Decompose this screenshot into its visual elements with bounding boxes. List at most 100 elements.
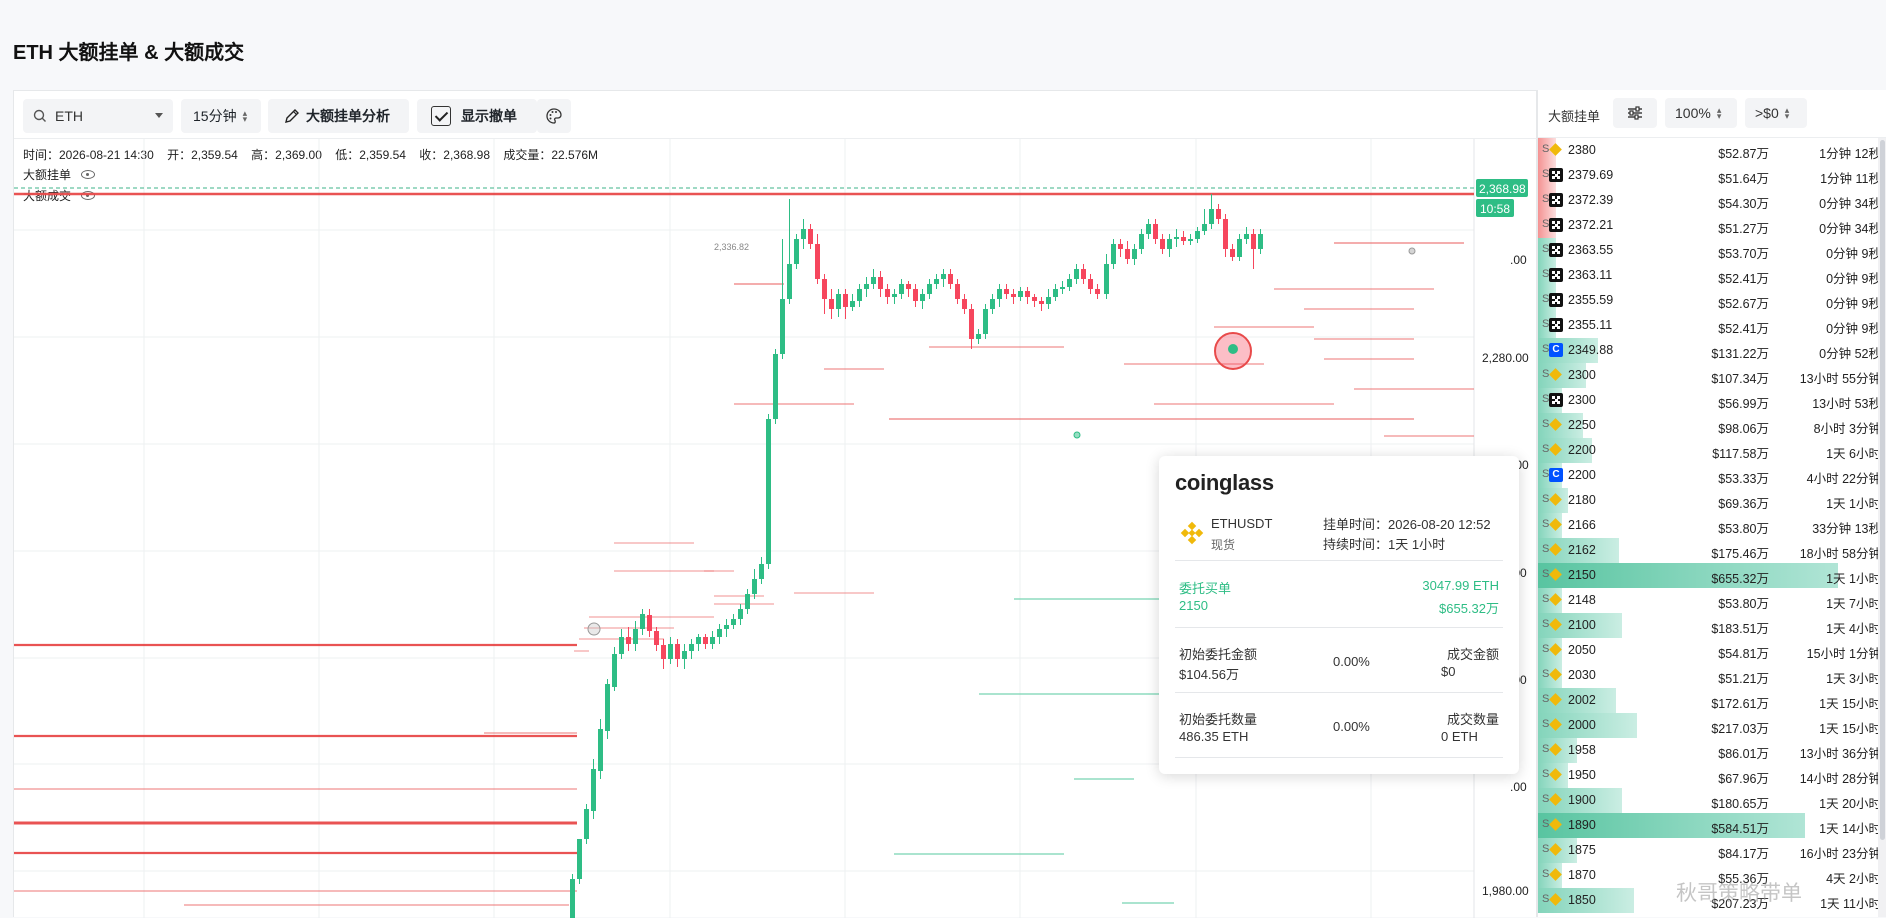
order-amount: $53.70万 [1718,247,1769,261]
list-item[interactable]: S 2372.21 $51.27万 0分钟 34秒 [1538,213,1886,238]
list-item[interactable]: S 2002 $172.61万 1天 15小时 [1538,688,1886,713]
filter-button[interactable] [1613,98,1657,128]
coinbase-icon: C [1549,468,1563,482]
list-item[interactable]: S 2030 $51.21万 1天 3小时 [1538,663,1886,688]
order-amount: $56.99万 [1718,397,1769,411]
list-item[interactable]: S C 2349.88 $131.22万 0分钟 52秒 [1538,338,1886,363]
list-item[interactable]: S 2355.11 $52.41万 0分钟 9秒 [1538,313,1886,338]
order-amount: $69.36万 [1718,497,1769,511]
interval-select[interactable]: 15分钟 ▴ ▾ [181,99,261,133]
list-item[interactable]: S 2200 $117.58万 1天 6小时 [1538,438,1886,463]
order-price: 1870 [1568,868,1596,882]
order-price: 2150 [1568,568,1596,582]
fill-pct-1: 0.00% [1333,654,1370,669]
percent-select[interactable]: 100% ▴ ▾ [1665,98,1737,128]
list-item[interactable]: S 1890 $584.51万 1天 14小时 [1538,813,1886,838]
order-duration: 33分钟 13秒 [1812,522,1881,536]
updown-icon: ▴ ▾ [1716,105,1722,121]
analysis-button[interactable]: 大额挂单分析 [268,99,409,133]
ruler-pencil-icon [285,109,299,123]
symbol-select[interactable]: ETH [23,99,173,133]
list-item[interactable]: S 2379.69 $51.64万 1分钟 11秒 [1538,163,1886,188]
order-price: 2100 [1568,618,1596,632]
list-item[interactable]: S 2150 $655.32万 1天 1小时 [1538,563,1886,588]
page-title: ETH 大额挂单 & 大额成交 [13,42,245,64]
order-price: 2372.21 [1568,218,1614,232]
tooltip-order-time: 挂单时间：2026-08-20 12:52 [1323,517,1491,532]
list-item[interactable]: S 1900 $180.65万 1天 20小时 [1538,788,1886,813]
list-item[interactable]: S 2166 $53.80万 33分钟 13秒 [1538,513,1886,538]
order-duration: 1分钟 11秒 [1820,172,1881,186]
candle-body [836,294,841,309]
list-item[interactable]: S 2300 $56.99万 13小时 53秒 [1538,388,1886,413]
order-amount: $107.34万 [1711,372,1769,386]
candle-body [1139,234,1144,249]
candle-body [1118,244,1123,249]
candle-body [745,594,750,609]
show-cancel-checkbox[interactable] [431,106,451,126]
list-item[interactable]: S C 2200 $53.33万 4小时 22分钟 [1538,463,1886,488]
candle-body [675,644,680,659]
list-item[interactable]: S 2162 $175.46万 18小时 58分钟 [1538,538,1886,563]
divider [1175,627,1503,628]
candle-body [1258,234,1263,249]
sliders-icon [1628,106,1642,120]
order-amount: $54.81万 [1718,647,1769,661]
list-item[interactable]: S 1875 $84.17万 16小时 23分钟 [1538,838,1886,863]
show-cancel-toggle[interactable]: 显示撤单 [417,99,537,133]
order-duration: 18小时 58分钟 [1799,547,1881,561]
binance-icon [1549,568,1563,582]
order-duration: 1天 15小时 [1819,697,1881,711]
order-amount: $52.41万 [1718,272,1769,286]
candle-body [871,277,876,284]
list-item[interactable]: S 1950 $67.96万 14小时 28分钟 [1538,763,1886,788]
order-duration: 1天 3小时 [1826,672,1881,686]
binance-icon [1549,143,1563,157]
order-duration: 13小时 36分钟 [1799,747,1881,761]
candle-body [1125,249,1130,259]
list-item[interactable]: S 2363.11 $52.41万 0分钟 9秒 [1538,263,1886,288]
chart-panel: ETH 15分钟 ▴ ▾ 大额挂单分析 显示撤单 时间：2026-08-21 14… [13,90,1538,918]
candle-body [801,229,806,239]
order-amount: $67.96万 [1718,772,1769,786]
list-item[interactable]: S 2000 $217.03万 1天 15小时 [1538,713,1886,738]
list-item[interactable]: S 2100 $183.51万 1天 4小时 [1538,613,1886,638]
divider [1175,560,1503,561]
candle-body [668,644,673,659]
list-item[interactable]: S 2380 $52.87万 1分钟 12秒 [1538,138,1886,163]
list-item[interactable]: S 2372.39 $54.30万 0分钟 34秒 [1538,188,1886,213]
candle-body [892,294,897,297]
order-duration: 0分钟 9秒 [1826,297,1881,311]
order-duration: 0分钟 9秒 [1826,272,1881,286]
countdown-label: 10:58 [1480,202,1510,216]
list-item[interactable]: S 2050 $54.81万 15小时 1分钟 [1538,638,1886,663]
order-duration: 1天 20小时 [1819,797,1881,811]
order-amount: $584.51万 [1711,822,1769,836]
candle-body [577,839,582,879]
candle-body [857,289,862,301]
order-price: 2355.59 [1568,293,1614,307]
scrollbar-thumb[interactable] [1880,140,1885,840]
list-item[interactable]: S 1958 $86.01万 13小时 36分钟 [1538,738,1886,763]
candle-body [878,277,883,289]
candle-body [1153,224,1158,239]
order-amount: $54.30万 [1718,197,1769,211]
order-duration: 14小时 28分钟 [1799,772,1881,786]
candle-body [654,631,659,645]
binance-icon [1549,643,1563,657]
min-amount-select[interactable]: >$0 ▴ ▾ [1745,98,1807,128]
order-amount: $51.64万 [1718,172,1769,186]
list-item[interactable]: S 2148 $53.80万 1天 7小时 [1538,588,1886,613]
palette-button[interactable] [537,99,571,133]
candle-body [1181,237,1186,241]
list-item[interactable]: S 2180 $69.36万 1天 1小时 [1538,488,1886,513]
order-duration: 4天 2小时 [1826,872,1881,886]
order-amount: $52.87万 [1718,147,1769,161]
candle-body [619,637,624,654]
list-item[interactable]: S 2355.59 $52.67万 0分钟 9秒 [1538,288,1886,313]
list-item[interactable]: S 2250 $98.06万 8小时 3分钟 [1538,413,1886,438]
candle-body [1111,244,1116,264]
list-item[interactable]: S 2363.55 $53.70万 0分钟 9秒 [1538,238,1886,263]
list-item[interactable]: S 2300 $107.34万 13小时 55分钟 [1538,363,1886,388]
binance-icon [1549,893,1563,907]
